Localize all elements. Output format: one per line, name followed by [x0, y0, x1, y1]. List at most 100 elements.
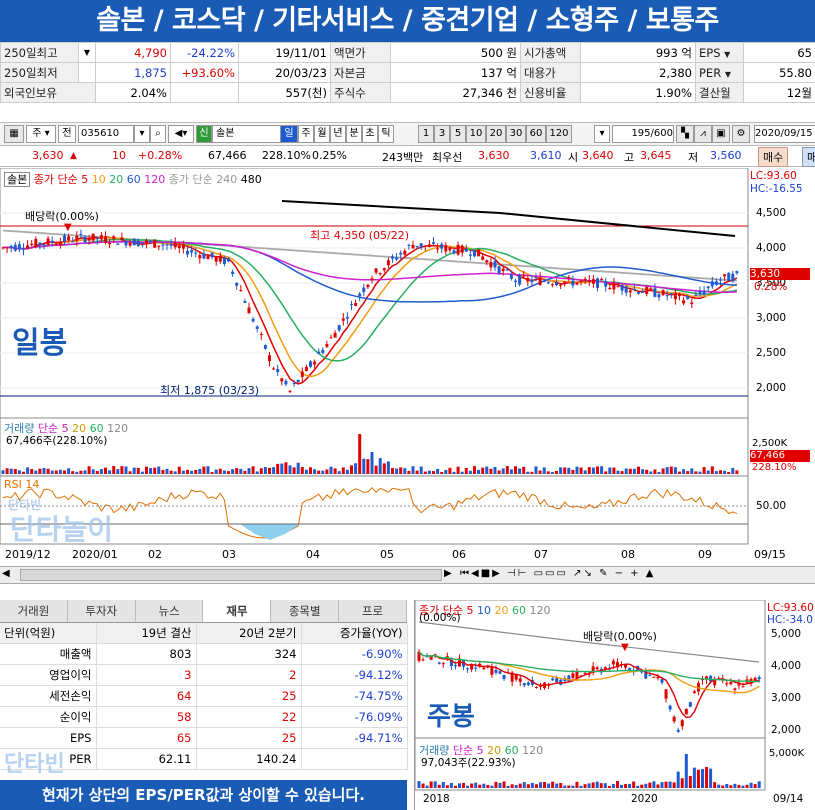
weekly-volume-bar [591, 782, 595, 788]
candle-body [132, 238, 136, 246]
sell-button[interactable]: 매 [802, 147, 815, 167]
interval-60-button[interactable]: 60 [526, 125, 546, 143]
period-tick-button[interactable]: 틱 [378, 125, 394, 143]
dropdown-arrow-icon[interactable]: ▼ [725, 70, 731, 79]
interval-10-button[interactable]: 10 [466, 125, 486, 143]
buy-button[interactable]: 매수 [758, 147, 789, 167]
weekly-volume-bar [518, 783, 522, 788]
weekly-candle-body [725, 683, 729, 685]
period-year-button[interactable]: 년 [330, 125, 346, 143]
dropdown-arrow-icon[interactable]: ▼ [78, 42, 96, 63]
period-minute-button[interactable]: 분 [346, 125, 362, 143]
count-display[interactable]: 195/600 [612, 125, 674, 143]
volume-bar [665, 467, 669, 474]
volume-bar [272, 467, 276, 474]
interval-30-button[interactable]: 30 [506, 125, 526, 143]
weekly-volume-bar [510, 784, 514, 788]
period-month-button[interactable]: 월 [314, 125, 330, 143]
volume-bar [243, 470, 247, 474]
interval-5-button[interactable]: 5 [450, 125, 466, 143]
weekly-candle-body [733, 688, 737, 690]
chart-type-icon[interactable]: ⩘ [694, 125, 712, 143]
weekly-volume-bar [696, 769, 700, 788]
interval-3-button[interactable]: 3 [434, 125, 450, 143]
candle-body [608, 287, 612, 290]
dropdown-arrow-icon[interactable]: ▾ [134, 125, 150, 143]
grid-icon[interactable]: ▦ [4, 125, 24, 143]
candle-body [222, 257, 226, 264]
last-price-tag: 3,630 [750, 268, 810, 280]
mode-select[interactable]: 주 ▾ [26, 125, 56, 143]
weekly-candle-body [522, 683, 526, 686]
stock-name-field[interactable]: 솔본 [212, 125, 281, 143]
tab-by-stock[interactable]: 종목별 [271, 600, 340, 622]
daily-chart-panel[interactable]: 솔본 종가 단순 5 10 20 60 120 종가 단순 240 480 배당… [0, 168, 815, 566]
tab-trader[interactable]: 거래원 [0, 600, 68, 622]
weekly-candle-body [688, 702, 692, 707]
candle-body [678, 293, 681, 297]
label-eps[interactable]: EPS ▼ [695, 42, 744, 63]
header-2019: 19년 결산 [96, 623, 197, 644]
weekly-volume-bar [701, 769, 704, 788]
interval-120-button[interactable]: 120 [546, 125, 572, 143]
volume-bar [698, 471, 702, 474]
tab-investor[interactable]: 투자자 [67, 600, 136, 622]
volume-bar [34, 470, 38, 474]
compare-icon[interactable]: ▚ [676, 125, 694, 143]
tab-program[interactable]: 프로 [339, 600, 407, 622]
weekly-volume-bar [567, 785, 571, 788]
candle-body [456, 244, 460, 255]
chart-scrollbar[interactable]: ◀ ▶ ⏮◀■▶ ⊣⊢ ▭▭▭ ↗↘ ✎ − + ▲ [0, 566, 815, 584]
period-second-button[interactable]: 초 [362, 125, 378, 143]
volume-bar [165, 468, 169, 474]
volume-bar [682, 469, 686, 474]
search-icon[interactable]: ⌕ [150, 125, 166, 143]
candle-body [358, 293, 362, 297]
label-per[interactable]: PER ▼ [695, 62, 744, 83]
candle-body [26, 245, 30, 249]
candle-body [210, 252, 214, 258]
volume-bar [206, 466, 210, 474]
sound-icon[interactable]: ◀▾ [168, 125, 194, 143]
volume-bar [661, 468, 665, 474]
weekly-chart-panel[interactable]: 종가 단순 5 10 20 60 120 (0.00%) 배당락(0.00%) … [414, 600, 815, 810]
volume-bar [280, 463, 284, 474]
weekly-volume-bar [676, 771, 680, 788]
candle-body [124, 241, 128, 246]
candle-body [296, 379, 300, 383]
weekly-volume-bar [620, 784, 623, 788]
candle-body [710, 281, 714, 287]
weekly-candle-body [680, 720, 684, 727]
date-field[interactable]: 2020/09/15 [754, 125, 815, 143]
candle-body [546, 282, 550, 284]
scroll-right-icon[interactable]: ▶ [444, 568, 452, 579]
interval-20-button[interactable]: 20 [486, 125, 506, 143]
prev-button[interactable]: 전 [58, 125, 76, 143]
value-capital: 137 억 [390, 62, 521, 83]
overlay-icon[interactable]: ▣ [712, 125, 730, 143]
weekly-volume-bar [692, 767, 696, 788]
tab-financial[interactable]: 재무 [203, 600, 272, 622]
scroll-left-icon[interactable]: ◀ [2, 568, 10, 579]
interval-1-button[interactable]: 1 [418, 125, 434, 143]
price-tick-label: 4,500 [756, 207, 787, 219]
row-yoy: -6.90% [301, 643, 408, 665]
volume-bar [108, 470, 112, 474]
table-row: 매출액 803 324 -6.90% [0, 643, 408, 665]
gear-icon[interactable]: ⚙ [732, 125, 750, 143]
scroll-track[interactable] [20, 569, 442, 581]
candle-body [645, 287, 649, 295]
dropdown-arrow-icon[interactable]: ▾ [594, 125, 610, 143]
period-week-button[interactable]: 주 [298, 125, 314, 143]
tab-news[interactable]: 뉴스 [135, 600, 204, 622]
candle-body [706, 286, 710, 289]
volume-bar [399, 467, 403, 474]
dropdown-arrow-icon[interactable]: ▼ [724, 50, 730, 59]
code-input[interactable]: 035610 [78, 125, 134, 143]
weekly-volume-bar [506, 785, 510, 788]
volume-bar [436, 468, 440, 474]
volume-bar [706, 470, 710, 474]
chart-control-icons[interactable]: ⏮◀■▶ ⊣⊢ ▭▭▭ ↗↘ ✎ − + ▲ [460, 568, 655, 579]
weekly-ma-20: 20 [494, 604, 509, 617]
period-day-button[interactable]: 일 [280, 125, 298, 143]
